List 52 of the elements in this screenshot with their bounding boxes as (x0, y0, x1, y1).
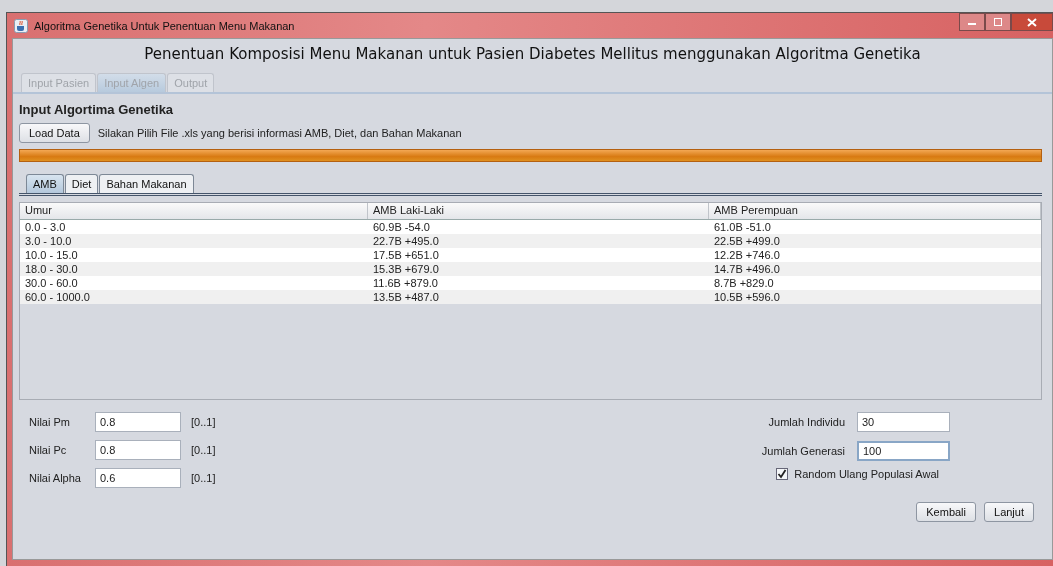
table-cell: 18.0 - 30.0 (25, 263, 78, 275)
tab[interactable]: Bahan Makanan (99, 174, 194, 193)
close-button[interactable] (1011, 13, 1053, 31)
input-field[interactable]: 0.8 (95, 412, 181, 432)
table-cell: 10.5B +596.0 (714, 291, 780, 303)
heading: Penentuan Komposisi Menu Makanan untuk Pasien Diabetes Mellitus menggunakan Algoritma Genetika (143, 44, 922, 65)
close-icon (1027, 17, 1037, 27)
field-label: Nilai Pc (29, 444, 68, 456)
input-field[interactable]: 0.8 (95, 440, 181, 460)
checkbox[interactable] (776, 468, 789, 480)
table-cell: 10.0 - 15.0 (25, 249, 78, 261)
window-title: Algoritma Genetika Untuk Penentuan Menu Makanan (34, 19, 295, 32)
load-data-button[interactable]: Load Data (19, 123, 90, 143)
column-header[interactable]: AMB Perempuan (709, 203, 1041, 219)
range-label: [0..1] (191, 444, 216, 456)
input-field[interactable]: 30 (857, 412, 950, 432)
maximize-button[interactable] (985, 13, 1011, 31)
minimize-button[interactable] (959, 13, 985, 31)
cup-icon (14, 18, 28, 33)
table-cell: 30.0 - 60.0 (25, 277, 78, 289)
load-hint: Silakan Pilih File .xls yang berisi informasi AMB, Diet, dan Bahan Makanan (97, 127, 462, 139)
range-label: [0..1] (191, 416, 216, 428)
column-header[interactable]: AMB Laki-Laki (368, 203, 709, 219)
input-field[interactable]: 0.6 (95, 468, 181, 488)
field-label: Nilai Pm (29, 416, 71, 428)
field-label: Jumlah Generasi (761, 445, 845, 457)
tab[interactable]: Diet (64, 174, 99, 193)
table-cell: 61.0B -51.0 (714, 221, 771, 233)
table-cell: 60.0 - 1000.0 (25, 291, 90, 303)
maximize-icon (993, 18, 1003, 26)
range-label: [0..1] (191, 472, 216, 484)
table-cell: 0.0 - 3.0 (25, 221, 66, 233)
tab[interactable]: AMB (26, 174, 64, 193)
section-title: Input Algortima Genetika (19, 102, 175, 117)
table-cell: 17.5B +651.0 (373, 249, 439, 261)
input-field[interactable]: 100 (857, 441, 950, 461)
table-cell: 8.7B +829.0 (714, 277, 774, 289)
table-cell: 60.9B -54.0 (373, 221, 430, 233)
table-cell: 14.7B +496.0 (714, 263, 780, 275)
checkbox-label: Random Ulang Populasi Awal (794, 468, 939, 480)
column-header[interactable]: Umur (20, 203, 368, 219)
table-cell: 13.5B +487.0 (373, 291, 439, 303)
table-cell: 3.0 - 10.0 (25, 235, 72, 247)
field-label: Jumlah Individu (768, 416, 845, 428)
field-label: Nilai Alpha (29, 472, 82, 484)
table-cell: 12.2B +746.0 (714, 249, 780, 261)
table-cell: 11.6B +879.0 (373, 277, 438, 289)
table-cell: 15.3B +679.0 (373, 263, 439, 275)
table-cell: 22.7B +495.0 (373, 235, 439, 247)
table-cell: 22.5B +499.0 (714, 235, 780, 247)
nav-button[interactable]: Lanjut (984, 502, 1034, 522)
nav-button[interactable]: Kembali (916, 502, 976, 522)
